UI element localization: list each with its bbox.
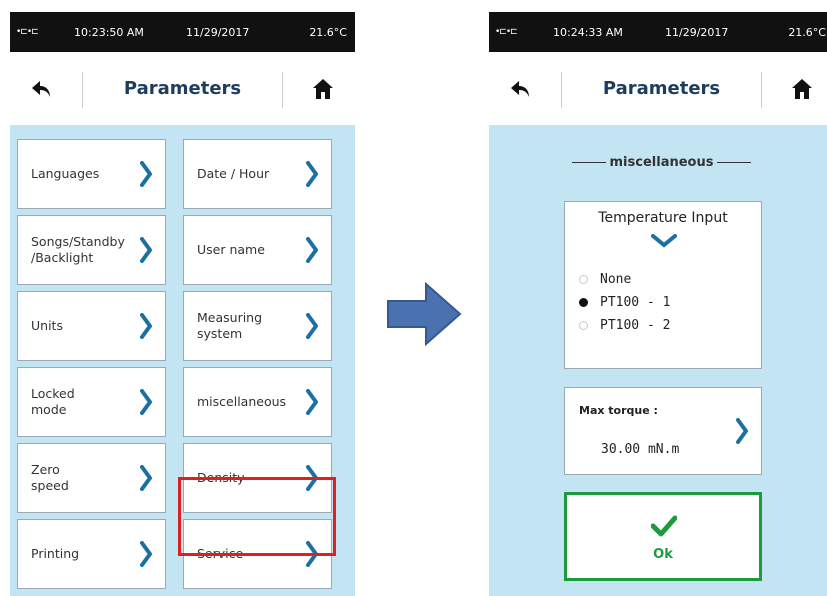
chevron-right-icon (305, 237, 319, 263)
ok-button[interactable]: Ok (564, 492, 762, 581)
radio-label: PT100 - 1 (600, 295, 671, 310)
home-icon (313, 79, 333, 99)
selection-highlight (178, 477, 336, 556)
header-divider (561, 72, 562, 108)
header: Parameters (10, 52, 355, 125)
menu-item-languages[interactable]: Languages (17, 139, 166, 209)
radio-option-pt100-2[interactable]: PT100 - 2 (579, 318, 670, 333)
status-date: 11/29/2017 (665, 25, 729, 39)
chevron-right-icon (139, 161, 153, 187)
menu-item-zero-speed[interactable]: Zero speed (17, 443, 166, 513)
header-divider (82, 72, 83, 108)
back-button[interactable] (24, 74, 60, 104)
menu-item-label: Printing (31, 546, 80, 561)
chevron-right-icon (139, 313, 153, 339)
chevron-right-icon (139, 541, 153, 567)
temperature-input-title: Temperature Input (598, 210, 728, 226)
status-bar: •⊏•⊏ 10:24:33 AM 11/29/2017 21.6°C (489, 12, 827, 52)
usb-icon: •⊏•⊏ (16, 27, 39, 37)
header-divider (282, 72, 283, 108)
menu-item-user-name[interactable]: User name (183, 215, 332, 285)
temperature-input-card: Temperature Input None PT100 - 1 PT100 -… (564, 201, 762, 369)
menu-item-label: Zero speed (31, 462, 69, 493)
chevron-right-icon (305, 389, 319, 415)
section-title-text: miscellaneous (609, 155, 714, 170)
status-temperature: 21.6°C (788, 25, 826, 39)
menu-item-label: Locked mode (31, 386, 75, 417)
menu-item-label: Songs/Standby /Backlight (31, 234, 125, 265)
title-rule (717, 162, 752, 163)
back-button[interactable] (503, 74, 539, 104)
chevron-right-icon (305, 313, 319, 339)
parameters-screen: •⊏•⊏ 10:23:50 AM 11/29/2017 21.6°C Param… (10, 12, 355, 596)
home-icon (792, 79, 812, 99)
menu-item-label: Date / Hour (197, 166, 270, 181)
max-torque-button[interactable]: Max torque : 30.00 mN.m (564, 387, 762, 475)
radio-option-none[interactable]: None (579, 272, 631, 287)
miscellaneous-screen: •⊏•⊏ 10:24:33 AM 11/29/2017 21.6°C Param… (489, 12, 827, 596)
checkmark-icon (651, 515, 677, 537)
menu-item-label: Units (31, 318, 63, 333)
radio-pt100-2[interactable] (579, 321, 588, 330)
usb-icon: •⊏•⊏ (495, 27, 518, 37)
menu-item-printing[interactable]: Printing (17, 519, 166, 589)
status-time: 10:23:50 AM (74, 25, 144, 39)
status-time: 10:24:33 AM (553, 25, 623, 39)
parameters-menu: Languages Date / Hour Songs/Standby /Backl… (10, 125, 355, 596)
menu-item-label: Languages (31, 166, 100, 181)
menu-item-units[interactable]: Units (17, 291, 166, 361)
header: Parameters (489, 52, 827, 125)
menu-item-songs-standby-backlight[interactable]: Songs/Standby /Backlight (17, 215, 166, 285)
status-date: 11/29/2017 (186, 25, 250, 39)
page-title: Parameters (123, 78, 242, 99)
menu-item-label: miscellaneous (197, 394, 287, 409)
menu-item-label: User name (197, 242, 265, 257)
chevron-right-icon (139, 389, 153, 415)
back-arrow-icon (511, 81, 529, 97)
home-button[interactable] (784, 74, 820, 104)
menu-item-date-hour[interactable]: Date / Hour (183, 139, 332, 209)
header-divider (761, 72, 762, 108)
radio-label: None (600, 272, 632, 287)
menu-item-label: Measuring system (197, 310, 263, 341)
right-arrow-icon (386, 281, 462, 347)
menu-item-locked-mode[interactable]: Locked mode (17, 367, 166, 437)
radio-none[interactable] (579, 275, 588, 284)
radio-pt100-1[interactable] (579, 298, 588, 307)
max-torque-value: 30.00 mN.m (601, 442, 680, 457)
miscellaneous-panel: miscellaneous Temperature Input None PT1… (489, 125, 827, 596)
chevron-right-icon (139, 237, 153, 263)
status-temperature: 21.6°C (309, 25, 347, 39)
chevron-down-icon[interactable] (651, 234, 677, 248)
menu-item-measuring-system[interactable]: Measuring system (183, 291, 332, 361)
max-torque-label: Max torque : (579, 404, 658, 417)
section-title: miscellaneous (489, 155, 827, 170)
radio-label: PT100 - 2 (600, 318, 671, 333)
chevron-right-icon (139, 465, 153, 491)
back-arrow-icon (32, 81, 50, 97)
ok-label: Ok (653, 547, 673, 562)
status-bar: •⊏•⊏ 10:23:50 AM 11/29/2017 21.6°C (10, 12, 355, 52)
page-title: Parameters (602, 78, 721, 99)
home-button[interactable] (305, 74, 341, 104)
radio-option-pt100-1[interactable]: PT100 - 1 (579, 295, 670, 310)
chevron-right-icon (305, 161, 319, 187)
chevron-right-icon (736, 418, 748, 444)
title-rule (571, 162, 606, 163)
menu-item-miscellaneous[interactable]: miscellaneous (183, 367, 332, 437)
